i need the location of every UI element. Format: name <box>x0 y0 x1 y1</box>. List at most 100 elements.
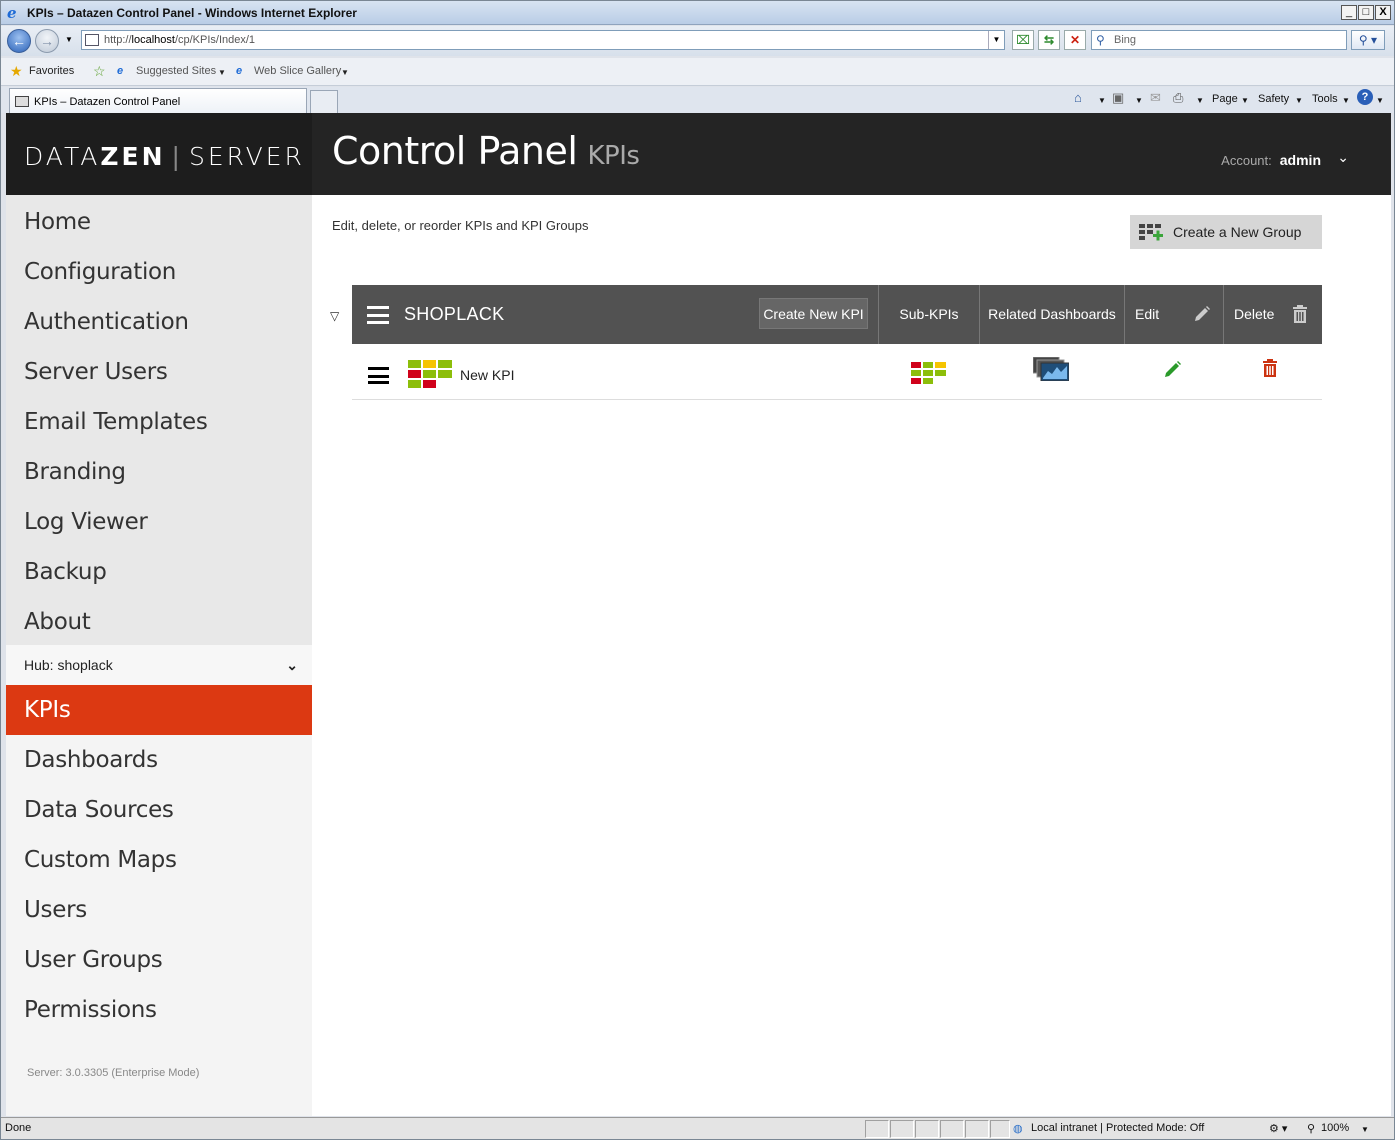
sidebar-item-server-users[interactable]: Server Users <box>6 347 312 397</box>
sidebar-item-custom-maps[interactable]: Custom Maps <box>6 835 312 885</box>
collapse-toggle-icon[interactable]: ▽ <box>330 309 339 323</box>
account-menu[interactable]: Account: admin <box>1221 152 1351 168</box>
chevron-down-icon[interactable]: ▼ <box>1098 96 1106 105</box>
brand-area: DATAZEN | SERVER <box>6 113 312 195</box>
hub-label: Hub: shoplack <box>24 657 113 673</box>
chevron-down-icon[interactable]: ▼ <box>1196 96 1204 105</box>
sidebar-item-user-groups[interactable]: User Groups <box>6 935 312 985</box>
minimize-button[interactable]: _ <box>1341 5 1357 20</box>
related-dashboards-column: Related Dashboards <box>979 285 1124 344</box>
chevron-down-icon[interactable]: ▼ <box>1361 1125 1369 1134</box>
add-favorite-icon[interactable]: ☆ <box>93 63 106 80</box>
safety-menu[interactable]: Safety <box>1258 93 1289 105</box>
status-pane <box>890 1120 914 1138</box>
chevron-down-icon[interactable]: ▼ <box>1135 96 1143 105</box>
pencil-icon[interactable] <box>1164 360 1182 378</box>
new-tab-button[interactable] <box>310 90 338 113</box>
drag-handle-icon[interactable] <box>368 367 389 384</box>
sidebar-item-home[interactable]: Home <box>6 197 312 247</box>
page-content: DATAZEN | SERVER Control Panel KPIs Account… <box>6 113 1391 1116</box>
compat-icon[interactable]: ⌧ <box>1012 30 1034 50</box>
security-zone[interactable]: Local intranet | Protected Mode: Off <box>1031 1122 1204 1134</box>
sidebar-item-backup[interactable]: Backup <box>6 547 312 597</box>
account-label: Account: <box>1221 153 1272 168</box>
protected-mode-icon[interactable]: ⚙ ▾ <box>1269 1122 1287 1135</box>
group-edit-button[interactable]: Edit <box>1124 285 1223 344</box>
close-button[interactable]: X <box>1375 5 1391 20</box>
address-row: ← → ▼ http://localhost/cp/KPIs/Index/1 ▼… <box>1 26 1394 56</box>
chevron-down-icon[interactable]: ▼ <box>1342 96 1350 105</box>
search-input[interactable]: ⚲ Bing <box>1091 30 1347 50</box>
status-text: Done <box>5 1122 32 1134</box>
back-icon[interactable]: ← <box>7 29 31 53</box>
datazen-logo[interactable]: DATAZEN | SERVER <box>24 142 305 171</box>
kpi-group-header: SHOPLACK Create New KPI Sub-KPIs Related… <box>352 285 1322 344</box>
group-name: SHOPLACK <box>404 304 505 324</box>
tab-page-icon <box>15 96 29 107</box>
search-placeholder: Bing <box>1114 34 1137 46</box>
sidebar-item-data-sources[interactable]: Data Sources <box>6 785 312 835</box>
chevron-down-icon[interactable]: ▼ <box>1241 96 1249 105</box>
kpi-grid-icon <box>408 360 452 388</box>
group-delete-button[interactable]: Delete <box>1223 285 1322 344</box>
page-icon <box>85 34 99 46</box>
status-pane <box>865 1120 889 1138</box>
sidebar-item-about[interactable]: About <box>6 597 312 647</box>
account-name: admin <box>1279 152 1321 168</box>
status-pane <box>940 1120 964 1138</box>
mail-icon[interactable]: ✉ <box>1150 90 1161 106</box>
sub-kpis-icon[interactable] <box>911 362 946 385</box>
kpi-name[interactable]: New KPI <box>460 367 514 383</box>
maximize-button[interactable]: □ <box>1358 5 1374 20</box>
tab-row: KPIs – Datazen Control Panel <box>1 87 1394 113</box>
chevron-down-icon[interactable]: ▼ <box>341 68 349 77</box>
stop-icon[interactable]: ✕ <box>1064 30 1086 50</box>
favorites-button[interactable]: Favorites <box>29 65 74 77</box>
print-icon[interactable]: ⎙ <box>1173 90 1183 106</box>
ie-icon: e <box>236 65 243 77</box>
hub-selector[interactable]: Hub: shoplack ⌄ <box>6 645 312 685</box>
page-menu[interactable]: Page <box>1212 93 1238 105</box>
sidebar: Home Configuration Authentication Server Us… <box>6 195 312 1116</box>
sidebar-item-users[interactable]: Users <box>6 885 312 935</box>
suggested-sites-link[interactable]: Suggested Sites <box>136 65 216 77</box>
sidebar-item-log-viewer[interactable]: Log Viewer <box>6 497 312 547</box>
create-kpi-button[interactable]: Create New KPI <box>759 298 868 329</box>
create-group-button[interactable]: Create a New Group <box>1130 215 1322 249</box>
main-panel: Edit, delete, or reorder KPIs and KPI Gr… <box>312 195 1391 1116</box>
sidebar-item-dashboards[interactable]: Dashboards <box>6 735 312 785</box>
add-group-icon <box>1139 224 1163 241</box>
web-slice-gallery-link[interactable]: Web Slice Gallery <box>254 65 341 77</box>
rss-icon[interactable]: ▣ <box>1112 90 1124 106</box>
history-dropdown-icon[interactable]: ▼ <box>65 35 73 44</box>
tab-title: KPIs – Datazen Control Panel <box>34 96 181 108</box>
address-bar[interactable]: http://localhost/cp/KPIs/Index/1 ▼ <box>81 30 1005 50</box>
sidebar-item-permissions[interactable]: Permissions <box>6 985 312 1035</box>
address-url: http://localhost/cp/KPIs/Index/1 <box>104 34 256 46</box>
home-icon[interactable]: ⌂ <box>1074 90 1082 105</box>
drag-handle-icon[interactable] <box>367 306 389 324</box>
sidebar-item-authentication[interactable]: Authentication <box>6 297 312 347</box>
sidebar-item-email-templates[interactable]: Email Templates <box>6 397 312 447</box>
chevron-down-icon[interactable]: ▼ <box>218 68 226 77</box>
star-icon: ★ <box>10 63 23 79</box>
forward-icon[interactable]: → <box>35 29 59 53</box>
chevron-down-icon[interactable]: ▼ <box>1295 96 1303 105</box>
tools-menu[interactable]: Tools <box>1312 93 1338 105</box>
trash-icon[interactable] <box>1262 359 1278 378</box>
refresh-icon[interactable]: ⇆ <box>1038 30 1060 50</box>
address-dropdown-icon[interactable]: ▼ <box>988 31 1004 49</box>
system-nav: Home Configuration Authentication Server Us… <box>6 195 312 645</box>
chevron-down-icon[interactable]: ⌄ <box>1337 149 1349 166</box>
chevron-down-icon: ⌄ <box>286 657 298 673</box>
create-group-label: Create a New Group <box>1173 224 1302 240</box>
help-icon[interactable]: ? <box>1357 89 1373 105</box>
zoom-level[interactable]: 100% <box>1321 1122 1349 1134</box>
sidebar-item-kpis[interactable]: KPIs <box>6 685 312 735</box>
sidebar-item-configuration[interactable]: Configuration <box>6 247 312 297</box>
sidebar-item-branding[interactable]: Branding <box>6 447 312 497</box>
dashboards-icon[interactable] <box>1033 357 1069 381</box>
chevron-down-icon[interactable]: ▼ <box>1376 96 1384 105</box>
browser-tab[interactable]: KPIs – Datazen Control Panel <box>9 88 307 113</box>
search-icon[interactable]: ⚲ ▾ <box>1351 30 1385 50</box>
